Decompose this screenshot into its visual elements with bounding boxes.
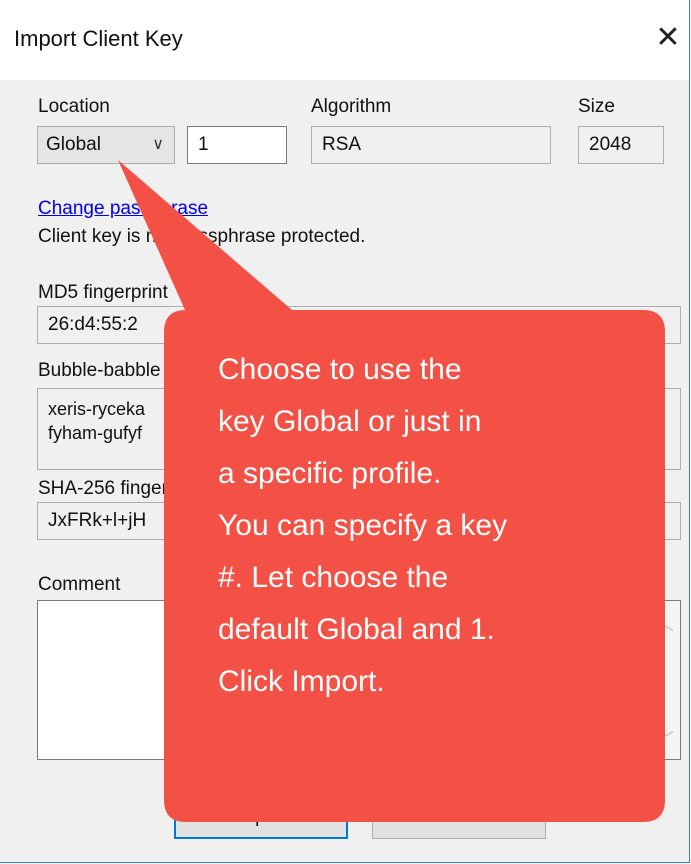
md5-fingerprint-label: MD5 fingerprint bbox=[38, 282, 168, 303]
import-client-key-dialog: Import Client Key ✕ Location Global ∨ 1 … bbox=[0, 0, 690, 863]
comment-label: Comment bbox=[38, 574, 121, 595]
dialog-title: Import Client Key bbox=[14, 26, 183, 51]
location-dropdown[interactable]: Global ∨ bbox=[37, 126, 175, 164]
change-passphrase-link[interactable]: Change passphrase bbox=[38, 198, 208, 220]
chevron-down-icon: ∨ bbox=[152, 136, 164, 153]
close-icon[interactable]: ✕ bbox=[650, 18, 686, 58]
scroll-down-icon[interactable]: ﹀ bbox=[658, 725, 674, 749]
sha256-fingerprint-label: SHA-256 fingerprint bbox=[38, 478, 205, 499]
size-label: Size bbox=[578, 96, 615, 117]
sha256-fingerprint-field: JxFRk+l+jH bbox=[37, 502, 681, 540]
scroll-up-icon[interactable]: ︿ bbox=[658, 611, 674, 635]
bubble-babble-label: Bubble-babble bbox=[38, 360, 161, 381]
bubble-babble-line-1: xeris-ryceka bbox=[48, 399, 146, 419]
algorithm-label: Algorithm bbox=[311, 96, 392, 117]
algorithm-field: RSA bbox=[311, 126, 551, 164]
title-bar: Import Client Key ✕ bbox=[0, 0, 689, 80]
size-field: 2048 bbox=[578, 126, 664, 164]
location-label: Location bbox=[38, 96, 110, 117]
bubble-babble-line-2: fyham-gufyf bbox=[48, 423, 143, 443]
cancel-button[interactable]: Cancel bbox=[372, 795, 546, 839]
comment-textarea[interactable]: ︿ ﹀ bbox=[37, 600, 681, 760]
passphrase-status: Client key is not passphrase protected. bbox=[38, 226, 366, 247]
comment-scrollbar[interactable]: ︿ ﹀ bbox=[651, 601, 680, 759]
key-number-input[interactable]: 1 bbox=[187, 126, 287, 164]
import-button[interactable]: Import bbox=[174, 795, 348, 839]
bubble-babble-field: xeris-ryceka fyham-gufyf bbox=[37, 388, 681, 470]
location-value: Global bbox=[46, 134, 101, 155]
md5-fingerprint-field: 26:d4:55:2 bbox=[37, 306, 681, 344]
